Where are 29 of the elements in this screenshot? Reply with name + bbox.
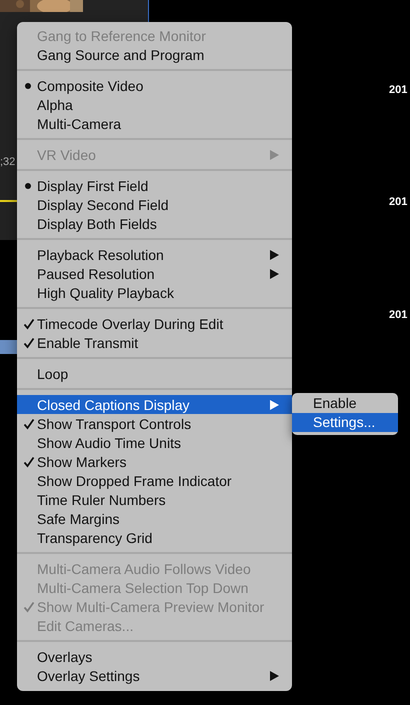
menu-item[interactable]: Timecode Overlay During Edit [17,314,292,333]
menu-item[interactable]: Paused Resolution [17,264,292,283]
menu-item[interactable]: Closed Captions Display [17,395,292,414]
date-text: 201 [389,309,408,321]
menu-item[interactable]: Enable Transmit [17,333,292,352]
menu-item[interactable]: Show Markers [17,452,292,471]
menu-item[interactable]: Overlay Settings [17,666,292,685]
menu-item[interactable]: Loop [17,364,292,383]
timecode-text: ;32 [0,156,16,168]
menu-item[interactable]: Settings... [292,413,398,432]
menu-item[interactable]: High Quality Playback [17,283,292,302]
menu-item[interactable]: Time Ruler Numbers [17,490,292,509]
menu-item[interactable]: Multi-Camera [17,114,292,133]
menu-item[interactable]: Display Second Field [17,195,292,214]
menu-item[interactable]: Enable [292,394,398,413]
menu-item[interactable]: Overlays [17,647,292,666]
menu-item[interactable]: Display Both Fields [17,214,292,233]
menu-item[interactable]: Alpha [17,95,292,114]
menu-item[interactable]: Safe Margins [17,509,292,528]
menu-item[interactable]: Transparency Grid [17,528,292,547]
date-text: 201 [389,84,408,96]
menu-item[interactable]: Show Dropped Frame Indicator [17,471,292,490]
menu-item[interactable]: Display First Field [17,176,292,195]
menu-item[interactable]: Show Audio Time Units [17,433,292,452]
menu-item[interactable]: Gang Source and Program [17,45,292,64]
date-text: 201 [389,196,408,208]
menu-item[interactable]: Playback Resolution [17,245,292,264]
menu-item[interactable]: Show Transport Controls [17,414,292,433]
menu-item[interactable]: Composite Video [17,76,292,95]
